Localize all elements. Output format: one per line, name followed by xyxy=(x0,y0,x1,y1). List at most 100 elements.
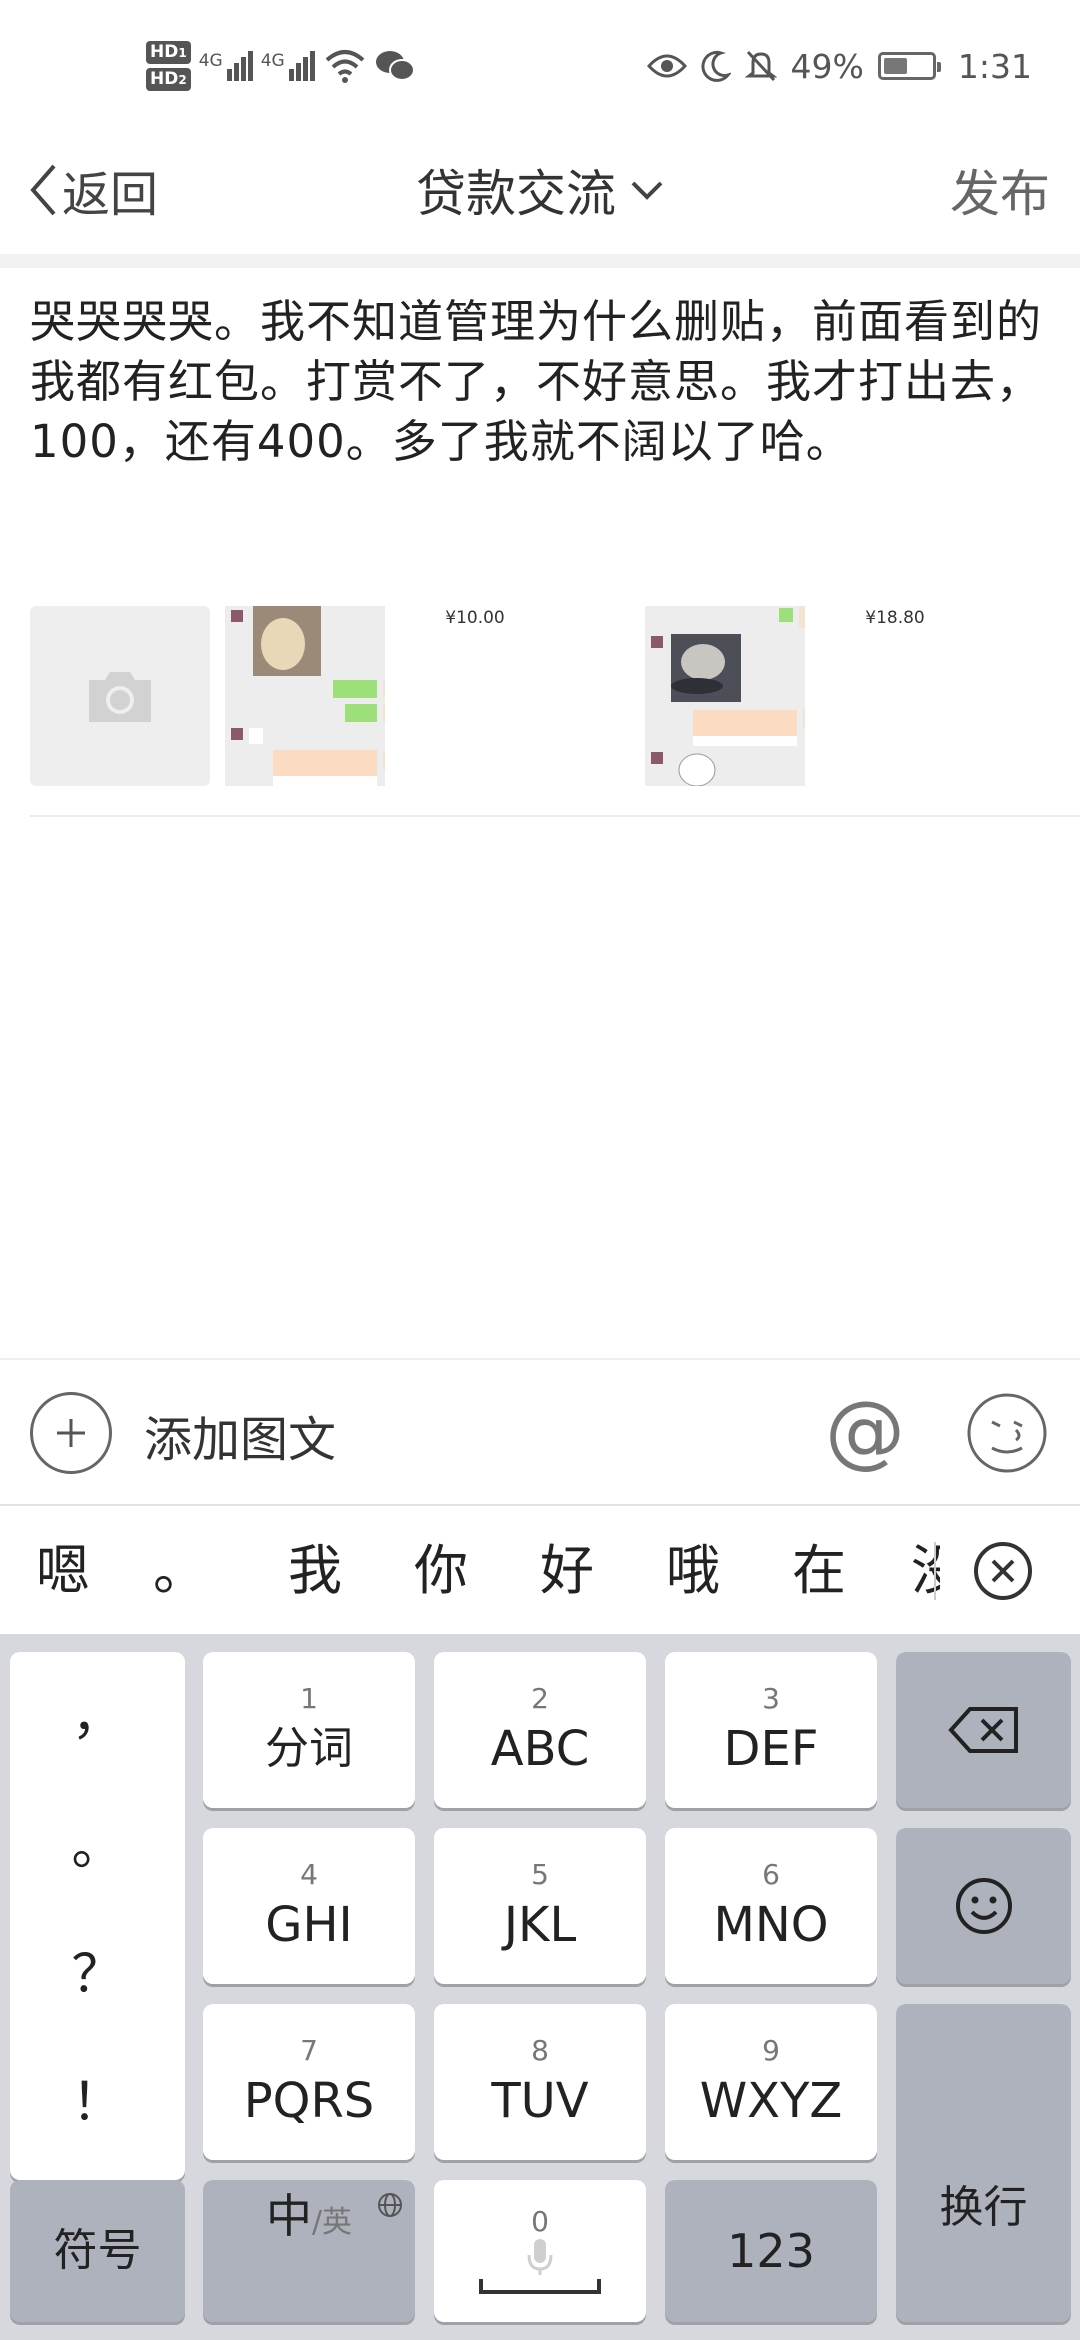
key-number: 3 xyxy=(762,1682,780,1715)
space-number: 0 xyxy=(531,2205,549,2238)
compose-toolbar: 添加图文 @ xyxy=(0,1358,1080,1506)
key-number: 1 xyxy=(300,1682,318,1715)
chat-screenshot-dog-image xyxy=(645,606,825,786)
hd-indicators: HD1 HD2 xyxy=(146,41,191,91)
bell-off-icon xyxy=(744,50,777,82)
network-type-2: 4G xyxy=(260,51,285,71)
numeric-key[interactable]: 123 xyxy=(665,2180,877,2322)
attached-image-2[interactable]: ¥10.00 xyxy=(385,606,565,786)
network-type-1: 4G xyxy=(198,51,223,71)
lang-sub-label: /英 xyxy=(311,2205,353,2240)
mention-button[interactable]: @ xyxy=(822,1388,908,1474)
red-packet-amount-2: ¥18.80 xyxy=(865,608,925,628)
lang-main-label: 中 xyxy=(265,2189,312,2243)
key-label: 分词 xyxy=(265,1723,353,1774)
attached-image-1[interactable] xyxy=(225,606,405,786)
ime-candidate-bar: 嗯 。 我 你 好 哦 在 没 xyxy=(0,1508,1080,1634)
candidate-item[interactable]: 你 xyxy=(396,1534,486,1608)
microphone-icon xyxy=(527,2239,553,2275)
punct-comma[interactable]: ， xyxy=(10,1674,185,1749)
publish-label: 发布 xyxy=(950,165,1050,223)
emoji-button[interactable] xyxy=(966,1392,1048,1474)
hd2-badge: HD2 xyxy=(146,68,191,91)
space-bar-icon xyxy=(479,2279,601,2294)
key-3[interactable]: 3 DEF xyxy=(665,1652,877,1808)
punct-question[interactable]: ？ xyxy=(10,1932,185,2007)
candidate-item[interactable]: 。 xyxy=(135,1534,225,1608)
battery-level xyxy=(883,58,907,74)
moon-icon xyxy=(701,50,731,82)
key-label: JKL xyxy=(503,1897,577,1953)
key-number: 8 xyxy=(531,2034,549,2067)
key-number: 6 xyxy=(762,1858,780,1891)
attached-image-4[interactable]: ¥18.80 xyxy=(805,606,985,786)
candidate-item[interactable]: 我 xyxy=(270,1534,360,1608)
battery-percent: 49% xyxy=(790,46,864,86)
key-5[interactable]: 5 JKL xyxy=(434,1828,646,1984)
camera-icon xyxy=(89,672,151,722)
numeric-label: 123 xyxy=(727,2224,815,2278)
key-number: 7 xyxy=(300,2034,318,2067)
key-label: TUV xyxy=(491,2073,589,2129)
backspace-key[interactable] xyxy=(896,1652,1071,1808)
signal-2-icon: 4G xyxy=(261,51,315,81)
add-media-label[interactable]: 添加图文 xyxy=(144,1400,336,1470)
candidate-item[interactable]: 没 xyxy=(893,1534,940,1608)
punct-exclaim[interactable]: ！ xyxy=(10,2060,185,2135)
image-strip: ¥10.00 ¥18.80 xyxy=(30,606,1080,786)
key-8[interactable]: 8 TUV xyxy=(434,2004,646,2160)
key-9[interactable]: 9 WXYZ xyxy=(665,2004,877,2160)
page-title: 贷款交流 xyxy=(416,165,616,223)
candidate-item[interactable]: 嗯 xyxy=(18,1534,108,1608)
app-header: 返回 贷款交流 发布 xyxy=(0,130,1080,250)
keyboard: ， 。 ？ ！ 1 分词 2 ABC 3 DEF 4 GHI 5 JKL 6 M… xyxy=(0,1634,1080,2340)
key-number: 9 xyxy=(762,2034,780,2067)
punctuation-column[interactable]: ， 。 ？ ！ xyxy=(10,1652,185,2180)
status-bar: HD1 HD2 4G 4G 49% 1:31 xyxy=(0,0,1080,130)
key-label: DEF xyxy=(723,1721,819,1777)
post-text-area[interactable]: 哭哭哭哭。我不知道管理为什么删贴，前面看到的我都有红包。打赏不了，不好意思。我才… xyxy=(30,292,1050,472)
add-photo-button[interactable] xyxy=(30,606,210,786)
candidate-item[interactable]: 好 xyxy=(522,1534,612,1608)
key-6[interactable]: 6 MNO xyxy=(665,1828,877,1984)
candidate-item[interactable]: 在 xyxy=(774,1534,864,1608)
language-toggle-key[interactable]: 中 /英 xyxy=(203,2180,415,2322)
chat-screenshot-image xyxy=(225,606,405,786)
enter-key[interactable]: 换行 xyxy=(896,2004,1071,2322)
hd1-badge: HD1 xyxy=(146,41,191,64)
key-label: ABC xyxy=(490,1721,590,1777)
attached-image-3[interactable] xyxy=(645,606,825,786)
key-number: 2 xyxy=(531,1682,549,1715)
wifi-icon xyxy=(325,50,365,83)
clock: 1:31 xyxy=(957,46,1032,86)
key-number: 4 xyxy=(300,1858,318,1891)
key-number: 5 xyxy=(531,1858,549,1891)
add-media-button[interactable] xyxy=(30,1392,112,1474)
key-label: GHI xyxy=(265,1897,353,1953)
header-divider xyxy=(0,254,1080,268)
backspace-icon xyxy=(947,1707,1018,1753)
candidate-item[interactable]: 哦 xyxy=(648,1534,738,1608)
symbols-key[interactable]: 符号 xyxy=(10,2180,185,2322)
key-2[interactable]: 2 ABC xyxy=(434,1652,646,1808)
key-7[interactable]: 7 PQRS xyxy=(203,2004,415,2160)
content-separator xyxy=(30,815,1080,817)
red-packet-amount-1: ¥10.00 xyxy=(445,608,505,628)
plus-icon xyxy=(57,1419,85,1447)
key-label: PQRS xyxy=(243,2073,375,2129)
emoji-key[interactable] xyxy=(896,1828,1071,1984)
forum-selector[interactable]: 贷款交流 xyxy=(0,148,1080,232)
smiley-icon xyxy=(955,1878,1012,1934)
punct-period[interactable]: 。 xyxy=(10,1804,185,1879)
symbols-label: 符号 xyxy=(53,2225,142,2276)
close-candidates-icon[interactable] xyxy=(972,1540,1034,1602)
space-key[interactable]: 0 xyxy=(434,2180,646,2322)
globe-icon xyxy=(378,2193,402,2217)
key-4[interactable]: 4 GHI xyxy=(203,1828,415,1984)
publish-button[interactable]: 发布 xyxy=(950,148,1050,232)
battery-icon xyxy=(877,52,941,80)
eye-icon xyxy=(646,54,687,78)
enter-label: 换行 xyxy=(939,2182,1028,2233)
key-label: WXYZ xyxy=(699,2073,843,2129)
key-1[interactable]: 1 分词 xyxy=(203,1652,415,1808)
